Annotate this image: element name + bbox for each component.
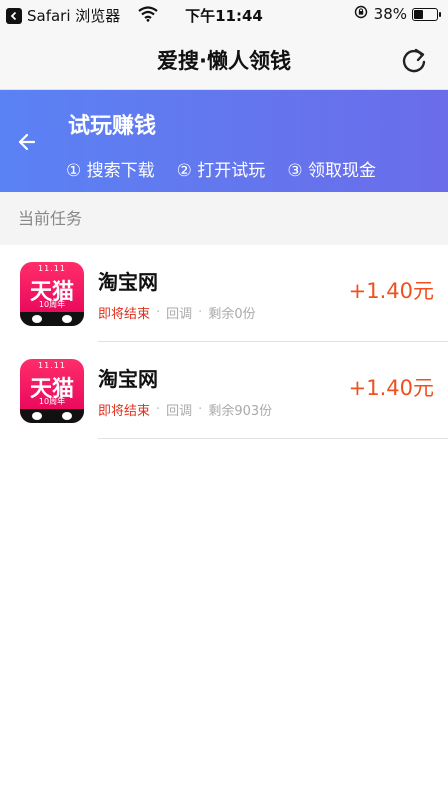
task-type: 回调 <box>166 306 193 322</box>
task-remaining: 剩余903份 <box>208 403 273 419</box>
task-remaining: 剩余0份 <box>208 306 256 322</box>
page-title: 爱搜·懒人领钱 <box>157 49 291 73</box>
task-reward: +1.40元 <box>348 376 434 400</box>
tmall-app-icon: 11.11 天猫 10周年 <box>20 358 84 423</box>
task-status: 即将结束 <box>98 403 151 419</box>
step-search-download: ① 搜索下载 <box>66 161 155 181</box>
section-header: 当前任务 <box>0 192 448 245</box>
task-item[interactable]: 11.11 天猫 10周年 淘宝网 即将结束 · 回调 · 剩余903份 +1.… <box>0 342 448 439</box>
task-type: 回调 <box>166 403 193 419</box>
step-list: ① 搜索下载 ② 打开试玩 ③ 领取现金 <box>66 156 376 181</box>
task-list: 11.11 天猫 10周年 淘宝网 即将结束 · 回调 · 剩余0份 +1.40… <box>0 245 448 439</box>
battery-icon <box>412 7 441 21</box>
task-meta: 即将结束 · 回调 · 剩余903份 <box>98 401 273 419</box>
step-claim-cash: ③ 领取现金 <box>287 161 376 181</box>
nav-bar: 爱搜·懒人领钱 <box>0 30 448 90</box>
step-open-trial: ② 打开试玩 <box>176 161 266 181</box>
banner-title: 试玩赚钱 <box>68 114 157 139</box>
tmall-app-icon: 11.11 天猫 10周年 <box>20 261 84 326</box>
divider <box>98 438 448 439</box>
orientation-lock-icon <box>354 5 368 23</box>
battery-status: 38% <box>354 5 441 23</box>
task-item[interactable]: 11.11 天猫 10周年 淘宝网 即将结束 · 回调 · 剩余0份 +1.40… <box>0 245 448 342</box>
status-bar: Safari 浏览器 下午11:44 38% <box>0 0 448 30</box>
task-meta: 即将结束 · 回调 · 剩余0份 <box>98 304 256 322</box>
back-arrow-icon[interactable] <box>14 130 38 154</box>
refresh-icon[interactable] <box>400 46 428 74</box>
battery-percent: 38% <box>373 5 407 23</box>
header-banner: 试玩赚钱 ① 搜索下载 ② 打开试玩 ③ 领取现金 <box>0 90 448 192</box>
task-status: 即将结束 <box>98 306 151 322</box>
task-reward: +1.40元 <box>348 279 434 303</box>
